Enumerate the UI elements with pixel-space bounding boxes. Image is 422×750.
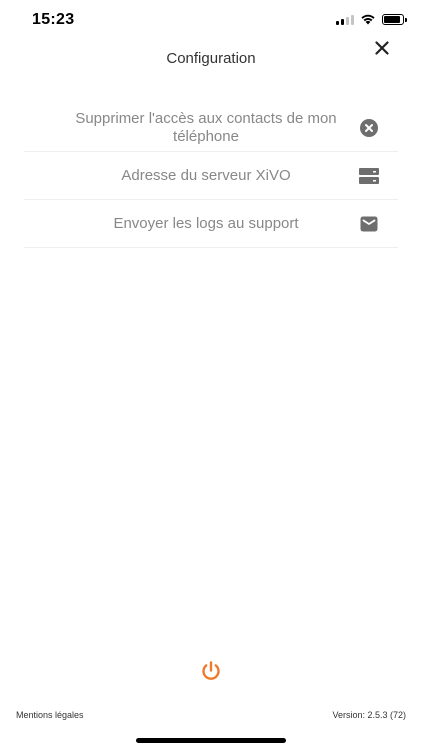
server-icon: [358, 165, 380, 187]
home-indicator: [136, 738, 286, 743]
legal-notice-link[interactable]: Mentions légales: [16, 710, 84, 720]
battery-icon: [382, 13, 407, 25]
wifi-icon: [361, 14, 375, 25]
close-button[interactable]: [372, 38, 392, 58]
close-icon: [375, 41, 389, 55]
mail-icon: [358, 213, 380, 235]
menu-item-server-address[interactable]: Adresse du serveur XiVO: [24, 152, 398, 200]
power-icon: [202, 661, 220, 680]
status-time: 15:23: [32, 11, 75, 28]
menu-item-remove-contacts[interactable]: Supprimer l'accès aux contacts de mon té…: [24, 104, 398, 152]
signal-icon: [336, 14, 354, 25]
menu-item-label: Envoyer les logs au support: [113, 214, 299, 232]
status-icons: [336, 13, 407, 25]
settings-menu: Supprimer l'accès aux contacts de mon té…: [24, 104, 398, 248]
power-button[interactable]: [200, 660, 222, 682]
page-title: Configuration: [166, 50, 256, 67]
menu-item-label: Supprimer l'accès aux contacts de mon té…: [75, 109, 337, 145]
remove-circle-icon: [358, 117, 380, 139]
menu-item-send-logs[interactable]: Envoyer les logs au support: [24, 200, 398, 248]
menu-item-label: Adresse du serveur XiVO: [121, 166, 291, 184]
app-version: Version: 2.5.3 (72): [332, 710, 406, 720]
status-bar: 15:23: [0, 0, 422, 40]
